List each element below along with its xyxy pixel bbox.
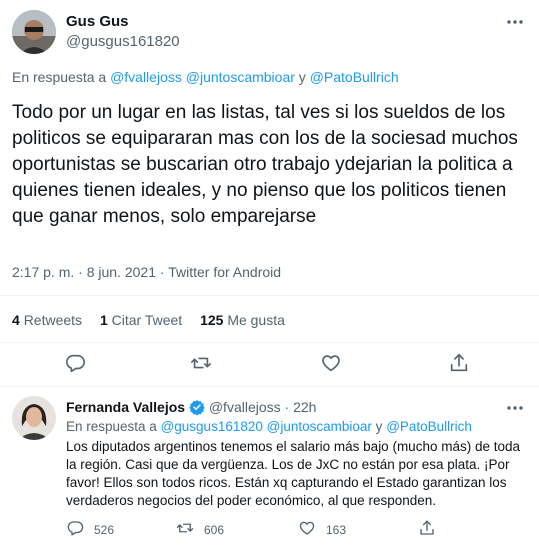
mention-link[interactable]: @PatoBullrich [386, 419, 472, 434]
more-icon[interactable] [505, 398, 525, 418]
author-handle[interactable]: @gusgus161820 [66, 33, 180, 50]
tweet-stats: 4 Retweets 1 Citar Tweet 125 Me gusta [12, 312, 285, 328]
reply-context: En respuesta a @fvallejoss @juntoscambio… [12, 69, 399, 85]
tweet-text: Todo por un lugar en las listas, tal ves… [12, 102, 518, 227]
avatar[interactable] [12, 10, 56, 54]
reply-prefix: En respuesta a [66, 419, 157, 434]
verified-icon [189, 399, 205, 418]
retweet-icon [176, 519, 194, 540]
mention-link[interactable]: @PatoBullrich [310, 69, 399, 85]
divider [0, 342, 539, 343]
retweets-count: 4 [12, 312, 20, 328]
quotes-stat[interactable]: 1 Citar Tweet [100, 312, 186, 328]
tweet-time[interactable]: 2:17 p. m. [12, 264, 74, 280]
tweet-date[interactable]: 8 jun. 2021 [87, 264, 156, 280]
tweet-meta: 2:17 p. m. · 8 jun. 2021 · Twitter for A… [12, 264, 281, 280]
retweet-count: 606 [204, 522, 225, 537]
like-icon[interactable] [320, 352, 342, 374]
avatar[interactable] [12, 396, 56, 440]
share-icon[interactable] [448, 352, 470, 374]
divider [0, 386, 539, 387]
meta-separator: · [78, 264, 83, 280]
author-handle[interactable]: @fvallejoss [209, 399, 281, 415]
reply-action[interactable]: 526 [66, 519, 114, 540]
meta-separator: · [159, 264, 165, 280]
mention-link[interactable]: @juntoscambioar [186, 69, 295, 85]
reply-and: y [375, 419, 383, 434]
reply-context: En respuesta a @gusgus161820 @juntoscamb… [66, 419, 472, 434]
reply-and: y [298, 69, 306, 85]
author-name[interactable]: Gus Gus [66, 13, 129, 30]
meta-separator: · [284, 399, 290, 415]
mention-link[interactable]: @fvallejoss [110, 69, 182, 85]
tweet-source[interactable]: Twitter for Android [168, 264, 281, 280]
likes-stat[interactable]: 125 Me gusta [200, 312, 285, 328]
likes-label: Me gusta [227, 312, 285, 328]
like-action[interactable]: 163 [298, 519, 346, 540]
more-icon[interactable] [505, 12, 525, 32]
tweet-time[interactable]: 22h [293, 399, 316, 415]
reply-icon[interactable] [64, 352, 86, 374]
author-name[interactable]: Fernanda Vallejos [66, 399, 185, 415]
mention-link[interactable]: @juntoscambioar [267, 419, 372, 434]
divider [0, 295, 539, 296]
reply-count: 526 [94, 522, 115, 537]
quotes-label: Citar Tweet [111, 312, 183, 328]
retweets-label: Retweets [23, 312, 83, 328]
tweet-text: Los diputados argentinos tenemos el sala… [66, 439, 521, 508]
like-count: 163 [326, 522, 347, 537]
likes-count: 125 [200, 312, 224, 328]
quotes-count: 1 [99, 312, 108, 328]
mention-link[interactable]: @gusgus161820 [161, 419, 263, 434]
retweet-icon[interactable] [190, 352, 212, 374]
reply-icon [66, 519, 84, 540]
share-icon[interactable] [418, 519, 436, 537]
like-icon [298, 519, 316, 540]
retweets-stat[interactable]: 4 Retweets [12, 312, 86, 328]
retweet-action[interactable]: 606 [176, 519, 224, 540]
reply-header: Fernanda Vallejos @fvallejoss · 22h [66, 399, 316, 418]
reply-prefix: En respuesta a [12, 69, 107, 85]
